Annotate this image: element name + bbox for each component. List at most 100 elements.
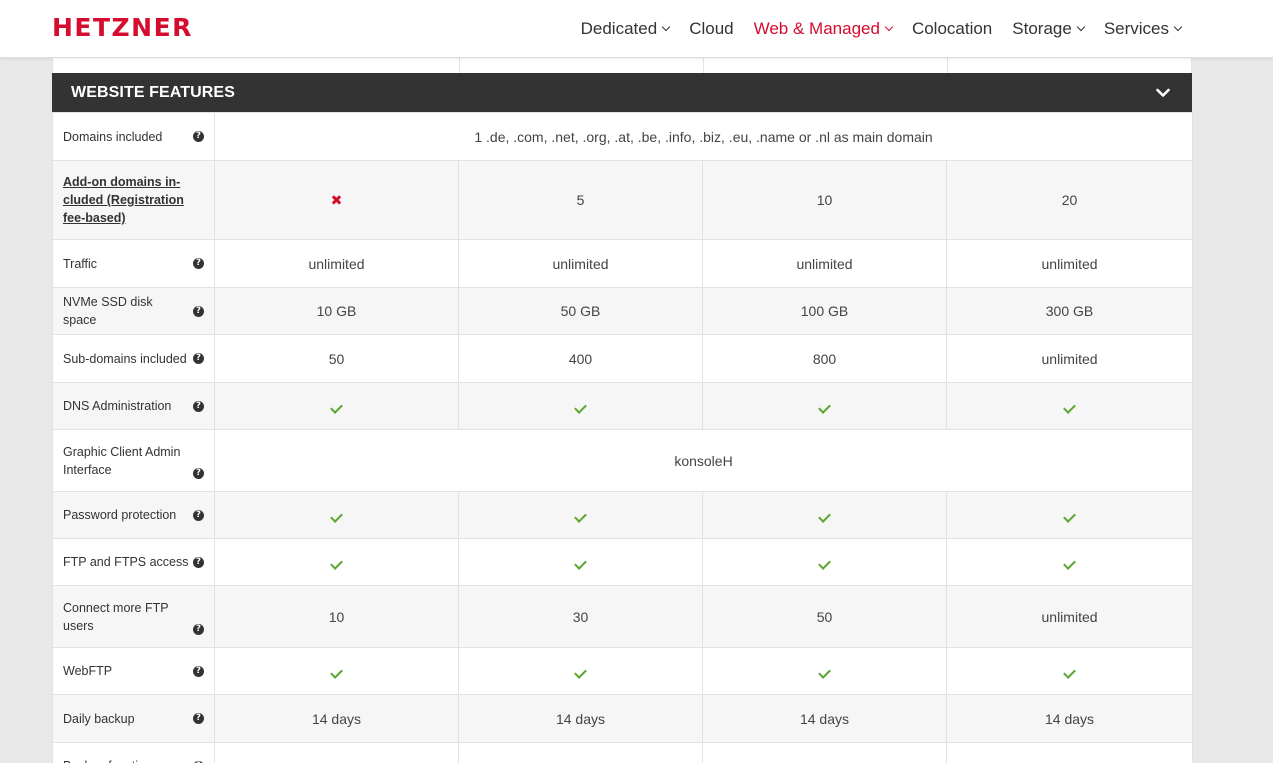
value-cell	[458, 647, 703, 695]
value-cell: unlimited	[702, 239, 947, 288]
value-cell	[214, 382, 459, 430]
help-icon[interactable]: ?	[193, 467, 204, 479]
feature-label: FTP and FTPS access	[63, 555, 189, 569]
feature-label-link[interactable]: Add-on domains in-cluded (Registration f…	[63, 173, 204, 227]
value-cell: 50	[702, 585, 947, 648]
feature-label: NVMe SSD disk space	[63, 295, 153, 327]
table-row: Graphic Client Admin Interface? konsoleH	[52, 429, 1194, 492]
check-icon	[330, 557, 343, 570]
value-cell: 10 GB	[214, 287, 459, 335]
feature-label-cell: Traffic?	[52, 239, 215, 288]
help-icon[interactable]: ?	[193, 623, 204, 635]
check-icon	[574, 510, 587, 523]
nav-item-dedicated[interactable]: Dedicated	[580, 19, 671, 39]
check-icon	[1063, 666, 1076, 679]
chevron-down-icon	[1173, 22, 1183, 32]
feature-label-cell: DNS Administration?	[52, 382, 215, 430]
value-cell	[702, 742, 947, 763]
feature-label: Daily backup	[63, 711, 135, 726]
value-cell	[214, 647, 459, 695]
site-header: HETZNER Dedicated Cloud Web & Managed Coloc…	[0, 0, 1273, 58]
feature-label-cell: WebFTP?	[52, 647, 215, 695]
value-cell	[702, 491, 947, 539]
hetzner-logo[interactable]: HETZNER	[52, 14, 193, 42]
value-cell: 20	[945, 160, 1194, 240]
nav-item-label: Storage	[1012, 19, 1072, 38]
chevron-down-icon	[661, 22, 671, 32]
feature-label-cell: Graphic Client Admin Interface?	[52, 429, 215, 492]
nav-item-storage[interactable]: Storage	[1012, 19, 1086, 39]
help-icon[interactable]: ?	[193, 556, 204, 568]
table-row: Domains included? 1 .de, .com, .net, .org…	[52, 112, 1194, 161]
nav-item-label: Colocation	[911, 19, 993, 38]
check-icon	[574, 557, 587, 570]
value-cell	[702, 382, 947, 430]
help-icon[interactable]: ?	[193, 509, 204, 521]
value-cell	[458, 538, 703, 586]
feature-label: DNS Administration	[63, 399, 172, 413]
help-icon[interactable]: ?	[193, 258, 204, 269]
feature-value-all-plans: konsoleH	[213, 429, 1194, 492]
value-cell	[458, 382, 703, 430]
help-icon[interactable]: ?	[193, 131, 204, 142]
feature-label: Password protection	[63, 508, 177, 522]
value-cell	[702, 647, 947, 695]
check-icon	[818, 510, 831, 523]
nav-item-web-managed[interactable]: Web & Managed	[753, 19, 894, 39]
nav-item-cloud[interactable]: Cloud	[689, 19, 733, 39]
feature-comparison: WEBSITE FEATURES Domains included? 1 .de,…	[52, 58, 1194, 763]
section-header[interactable]: WEBSITE FEATURES	[52, 73, 1192, 112]
check-icon	[1063, 510, 1076, 523]
value-cell	[458, 742, 703, 763]
help-icon[interactable]: ?	[193, 353, 204, 364]
nav-item-colocation[interactable]: Colocation	[912, 19, 992, 39]
feature-label: Domains included	[63, 129, 163, 144]
nav-item-label: Services	[1103, 19, 1169, 38]
help-icon[interactable]: ?	[193, 713, 204, 724]
check-icon	[1063, 557, 1076, 570]
table-row: DNS Administration?	[52, 382, 1194, 430]
value-cell: 50	[214, 334, 459, 383]
value-cell	[945, 538, 1194, 586]
value-cell: unlimited	[945, 585, 1194, 648]
check-icon	[818, 666, 831, 679]
value-cell: 14 days	[945, 694, 1194, 743]
help-icon[interactable]: ?	[193, 665, 204, 677]
feature-label: WebFTP	[63, 664, 113, 678]
value-cell	[945, 491, 1194, 539]
check-icon	[1063, 401, 1076, 414]
table-row: Add-on domains in-cluded (Registration f…	[52, 160, 1194, 240]
help-icon[interactable]: ?	[193, 305, 204, 317]
table-row: FTP and FTPS access?	[52, 538, 1194, 586]
check-icon	[818, 401, 831, 414]
feature-label: Backup function	[63, 757, 152, 763]
feature-label: Traffic	[63, 256, 98, 271]
feature-label-cell: Daily backup?	[52, 694, 215, 743]
feature-label-cell: Backup function?	[52, 742, 215, 763]
value-cell: ✖	[214, 160, 459, 240]
check-icon	[330, 510, 343, 523]
value-cell: 10	[702, 160, 947, 240]
check-icon	[330, 666, 343, 679]
value-cell	[214, 742, 459, 763]
check-icon	[574, 666, 587, 679]
value-cell: 100 GB	[702, 287, 947, 335]
nav-item-label: Dedicated	[580, 19, 658, 38]
value-cell	[945, 742, 1194, 763]
value-cell	[214, 491, 459, 539]
nav-item-services[interactable]: Services	[1103, 19, 1183, 39]
feature-label: Graphic Client Admin Interface	[63, 444, 181, 477]
cross-icon: ✖	[330, 192, 343, 209]
check-icon	[574, 401, 587, 414]
chevron-down-icon[interactable]	[1154, 84, 1172, 102]
help-icon[interactable]: ?	[193, 400, 204, 412]
value-cell: 5	[458, 160, 703, 240]
nav-item-label: Cloud	[689, 19, 734, 38]
nav-item-label: Web & Managed	[753, 19, 880, 38]
table-row: WebFTP?	[52, 647, 1194, 695]
chevron-down-icon	[884, 22, 894, 32]
value-cell: 800	[702, 334, 947, 383]
table-row: Daily backup? 14 days 14 days 14 days 14 day…	[52, 694, 1194, 743]
value-cell: unlimited	[214, 239, 459, 288]
chevron-down-icon	[1076, 22, 1086, 32]
